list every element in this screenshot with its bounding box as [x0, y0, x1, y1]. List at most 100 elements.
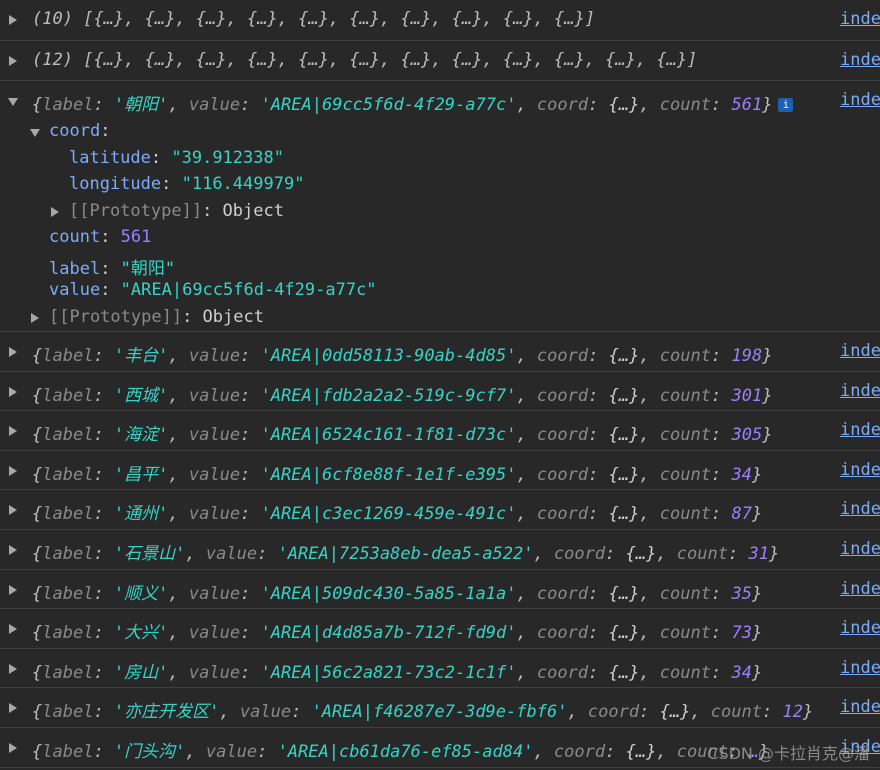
console-object-entry[interactable]: {label: '大兴', value: 'AREA|d4d85a7b-712f… — [0, 609, 880, 649]
value-count: 35 — [731, 583, 752, 604]
expand-arrow-icon[interactable] — [9, 742, 17, 753]
expand-arrow-icon[interactable] — [51, 206, 59, 217]
source-link[interactable]: inde — [840, 460, 880, 480]
value-value: 'AREA|d4d85a7b-712f-fd9d' — [260, 623, 517, 644]
console-object-entry[interactable]: {label: '昌平', value: 'AREA|6cf8e88f-1e1f… — [0, 451, 880, 491]
source-link[interactable]: inde — [840, 341, 880, 361]
source-link[interactable]: inde — [840, 499, 880, 519]
expand-arrow-icon[interactable] — [31, 312, 39, 323]
object-summary[interactable]: {label: '石景山', value: 'AREA|7253a8eb-dea… — [32, 539, 779, 564]
console-object-entry[interactable]: {label: '房山', value: 'AREA|56c2a821-73c2… — [0, 649, 880, 689]
value-label: '门头沟' — [113, 741, 186, 762]
value-count: 31 — [748, 543, 769, 564]
source-link[interactable]: inde — [840, 50, 880, 70]
object-summary-line: {label: '亦庄开发区', value: 'AREA|f46287e7-3… — [0, 688, 880, 727]
source-link[interactable]: inde — [840, 90, 880, 110]
collapsed-object-list: {label: '丰台', value: 'AREA|0dd58113-90ab… — [0, 332, 880, 768]
source-link[interactable]: inde — [840, 658, 880, 678]
console-object-entry[interactable]: {label: '亦庄开发区', value: 'AREA|f46287e7-3… — [0, 688, 880, 728]
key-coord: coord — [536, 623, 589, 644]
value-coord: {…} — [608, 504, 640, 525]
console-object-entry[interactable]: {label: '石景山', value: 'AREA|7253a8eb-dea… — [0, 530, 880, 570]
array-summary[interactable]: (12) [{…}, {…}, {…}, {…}, {…}, {…}, {…},… — [32, 50, 697, 70]
object-summary[interactable]: {label: '房山', value: 'AREA|56c2a821-73c2… — [32, 658, 762, 683]
expand-arrow-icon[interactable] — [9, 663, 17, 674]
console-object-entry-expanded[interactable]: {label: '朝阳', value: 'AREA|69cc5f6d-4f29… — [0, 81, 880, 332]
key-count: count — [659, 346, 711, 366]
value-label: '朝阳' — [113, 95, 169, 115]
key-coord: coord — [536, 464, 589, 485]
value-value: 'AREA|6524c161-1f81-d73c' — [260, 425, 517, 446]
source-link[interactable]: inde — [840, 9, 880, 29]
expand-arrow-icon[interactable] — [9, 584, 17, 595]
object-summary-line: {label: '海淀', value: 'AREA|6524c161-1f81… — [0, 411, 880, 450]
source-link[interactable]: inde — [840, 420, 880, 440]
object-summary-line: {label: '房山', value: 'AREA|56c2a821-73c2… — [0, 649, 880, 688]
console-array-entry[interactable]: (12) [{…}, {…}, {…}, {…}, {…}, {…}, {…},… — [0, 41, 880, 81]
expand-arrow-icon[interactable] — [9, 426, 17, 437]
object-summary-line: {label: '丰台', value: 'AREA|0dd58113-90ab… — [0, 332, 880, 371]
info-icon[interactable]: i — [778, 98, 794, 112]
object-summary[interactable]: {label: '大兴', value: 'AREA|d4d85a7b-712f… — [32, 618, 762, 643]
value-coord: {…} — [625, 741, 657, 762]
value-count: 305 — [731, 425, 763, 446]
collapse-arrow-icon[interactable] — [30, 129, 40, 137]
key-value: value — [188, 95, 241, 115]
expand-arrow-icon[interactable] — [9, 544, 17, 555]
key-label: label — [42, 741, 94, 762]
array-summary[interactable]: (10) [{…}, {…}, {…}, {…}, {…}, {…}, {…},… — [32, 9, 595, 29]
console-object-entry[interactable]: {label: '通州', value: 'AREA|c3ec1269-459e… — [0, 490, 880, 530]
value-count: 12 — [782, 702, 803, 723]
object-summary[interactable]: {label: '朝阳', value: 'AREA|69cc5f6d-4f29… — [32, 90, 794, 115]
key-value: value — [239, 702, 292, 723]
key-label: label — [42, 385, 94, 406]
expand-arrow-icon[interactable] — [9, 56, 17, 66]
object-summary[interactable]: {label: '通州', value: 'AREA|c3ec1269-459e… — [32, 499, 762, 524]
console-object-entry[interactable]: {label: '海淀', value: 'AREA|6524c161-1f81… — [0, 411, 880, 451]
source-link[interactable]: inde — [840, 697, 880, 717]
key-coord: coord — [536, 425, 589, 446]
object-summary[interactable]: {label: '昌平', value: 'AREA|6cf8e88f-1e1f… — [32, 460, 762, 485]
key-label: label — [42, 702, 94, 723]
expand-arrow-icon[interactable] — [9, 15, 17, 25]
collapse-arrow-icon[interactable] — [8, 98, 18, 106]
value-count: 34 — [731, 662, 752, 683]
array-items: [{…}, {…}, {…}, {…}, {…}, {…}, {…}, {…},… — [83, 50, 698, 70]
array-items: [{…}, {…}, {…}, {…}, {…}, {…}, {…}, {…},… — [83, 9, 595, 29]
value-label: '丰台' — [113, 346, 169, 366]
object-summary[interactable]: {label: '海淀', value: 'AREA|6524c161-1f81… — [32, 420, 772, 445]
key-value: value — [188, 504, 241, 525]
value-count: 34 — [731, 464, 752, 485]
object-summary[interactable]: {label: '西城', value: 'AREA|fdb2a2a2-519c… — [32, 381, 772, 406]
object-summary[interactable]: {label: '亦庄开发区', value: 'AREA|f46287e7-3… — [32, 697, 813, 722]
key-count: count — [659, 623, 711, 644]
key-count: count — [710, 702, 762, 723]
object-summary[interactable]: {label: '门头沟', value: 'AREA|cb61da76-ef8… — [32, 737, 769, 762]
value-value: 'AREA|56c2a821-73c2-1c1f' — [260, 662, 517, 683]
value-label: '房山' — [113, 662, 169, 683]
console-array-entry[interactable]: (10) [{…}, {…}, {…}, {…}, {…}, {…}, {…},… — [0, 0, 880, 41]
console-object-entry[interactable]: {label: '西城', value: 'AREA|fdb2a2a2-519c… — [0, 372, 880, 412]
source-link[interactable]: inde — [840, 539, 880, 559]
expand-arrow-icon[interactable] — [9, 347, 17, 357]
key-count: count — [659, 504, 711, 525]
object-summary[interactable]: {label: '顺义', value: 'AREA|509dc430-5a85… — [32, 579, 762, 604]
property-value: "AREA|69cc5f6d-4f29-a77c" — [120, 280, 377, 300]
property-key: coord — [49, 121, 101, 141]
source-link[interactable]: inde — [840, 381, 880, 401]
expand-arrow-icon[interactable] — [9, 703, 17, 714]
source-link[interactable]: inde — [840, 579, 880, 599]
expand-arrow-icon[interactable] — [9, 386, 17, 397]
expand-arrow-icon[interactable] — [9, 624, 17, 635]
console-object-entry[interactable]: {label: '丰台', value: 'AREA|0dd58113-90ab… — [0, 332, 880, 372]
key-value: value — [205, 543, 258, 564]
value-label: '通州' — [113, 504, 169, 525]
object-summary[interactable]: {label: '丰台', value: 'AREA|0dd58113-90ab… — [32, 341, 772, 366]
value-coord: {…} — [608, 662, 640, 683]
expand-arrow-icon[interactable] — [9, 505, 17, 516]
key-label: label — [42, 623, 94, 644]
console-object-entry[interactable]: {label: '顺义', value: 'AREA|509dc430-5a85… — [0, 570, 880, 610]
source-link[interactable]: inde — [840, 618, 880, 638]
expand-arrow-icon[interactable] — [9, 465, 17, 476]
key-value: value — [205, 741, 258, 762]
